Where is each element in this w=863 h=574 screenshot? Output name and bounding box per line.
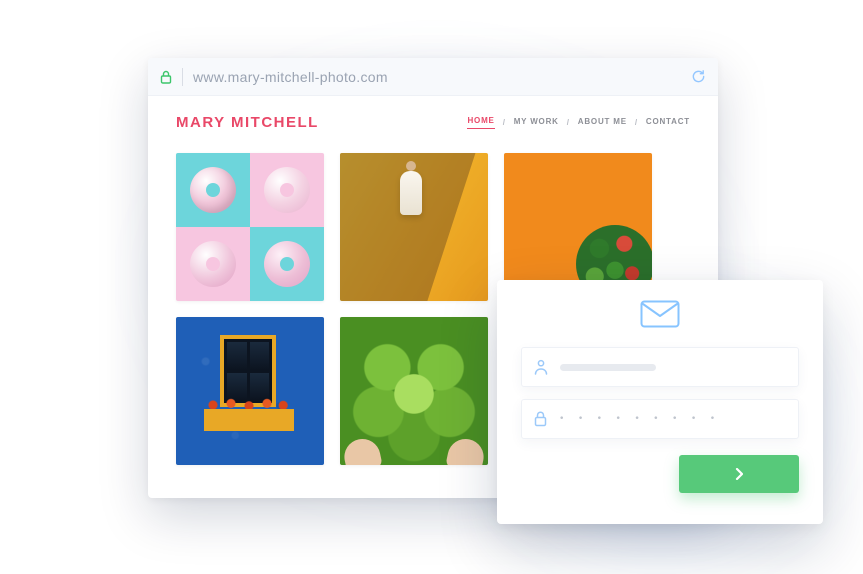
- nav-separator: /: [567, 118, 570, 127]
- chevron-right-icon: [735, 468, 743, 480]
- lock-icon: [160, 70, 172, 84]
- refresh-icon[interactable]: [691, 69, 706, 84]
- password-field[interactable]: • • • • • • • • •: [521, 399, 799, 439]
- nav-separator: /: [503, 118, 506, 127]
- padlock-icon: [534, 411, 547, 427]
- nav-home[interactable]: HOME: [467, 116, 494, 129]
- site-header: MARY MITCHELL HOME / MY WORK / ABOUT ME …: [176, 114, 690, 131]
- gallery-tile-lettuce[interactable]: [340, 317, 488, 465]
- nav-about-me[interactable]: ABOUT ME: [578, 117, 627, 129]
- site-nav: HOME / MY WORK / ABOUT ME / CONTACT: [467, 116, 690, 129]
- url-text[interactable]: www.mary-mitchell-photo.com: [193, 69, 681, 85]
- nav-contact[interactable]: CONTACT: [646, 117, 690, 129]
- mail-icon: [640, 300, 680, 333]
- username-placeholder: [560, 364, 656, 371]
- nav-separator: /: [635, 118, 638, 127]
- nav-my-work[interactable]: MY WORK: [514, 117, 559, 129]
- url-bar: www.mary-mitchell-photo.com: [148, 58, 718, 96]
- password-mask: • • • • • • • • •: [559, 414, 719, 424]
- gallery-tile-yellow-architecture[interactable]: [340, 153, 488, 301]
- gallery-tile-donuts[interactable]: [176, 153, 324, 301]
- login-card: • • • • • • • • •: [497, 280, 823, 524]
- username-field[interactable]: [521, 347, 799, 387]
- login-submit-button[interactable]: [679, 455, 799, 493]
- gallery-tile-salad[interactable]: [504, 153, 652, 301]
- gallery-tile-blue-wall[interactable]: [176, 317, 324, 465]
- user-icon: [534, 359, 548, 375]
- site-brand[interactable]: MARY MITCHELL: [176, 114, 319, 131]
- url-bar-divider: [182, 68, 183, 86]
